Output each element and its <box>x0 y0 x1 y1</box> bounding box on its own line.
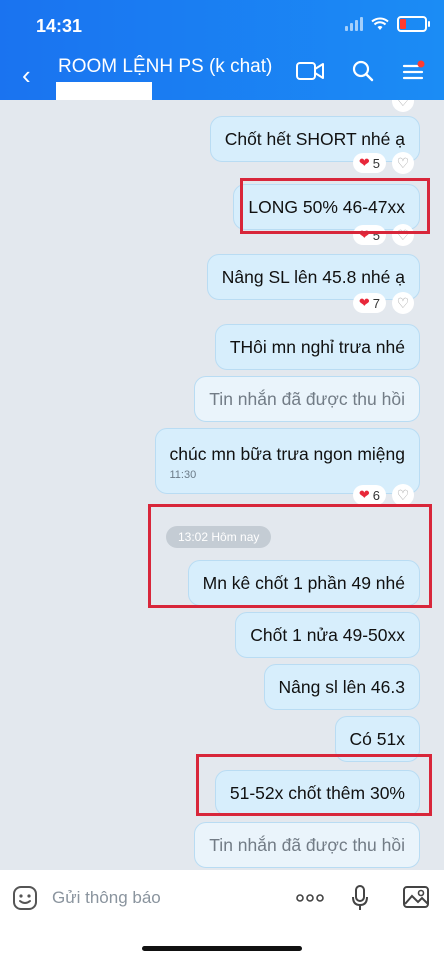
message-text: Chốt hết SHORT nhé ạ <box>224 128 405 149</box>
chat-messages[interactable]: ♡ Chốt hết SHORT nhé ạ ❤ 5 ♡ LONG 50% 46-… <box>0 100 444 870</box>
reaction-bar: ❤ 5 ♡ <box>352 152 414 174</box>
reaction-count[interactable]: ❤ 7 <box>352 293 386 313</box>
message-text: chúc mn bữa trưa ngon miệng <box>169 443 406 464</box>
highlight-box <box>240 178 430 234</box>
red-heart-icon: ❤ <box>358 295 370 310</box>
message-text: Nâng sl lên 46.3 <box>278 676 405 697</box>
reaction-bar: ❤ 6 ♡ <box>352 484 414 506</box>
search-icon[interactable] <box>352 60 374 82</box>
message-row: Tin nhắn đã được thu hồi <box>194 822 420 868</box>
message-text: Có 51x <box>349 728 405 749</box>
status-time: 14:31 <box>36 16 83 36</box>
message-bubble[interactable]: Nâng sl lên 46.3 <box>263 664 420 710</box>
message-text: Chốt 1 nửa 49-50xx <box>250 624 405 645</box>
highlight-box <box>196 754 432 816</box>
menu-icon[interactable] <box>402 60 426 82</box>
chat-title: ROOM LỆNH PS (k chat) <box>58 56 273 77</box>
red-heart-icon: ❤ <box>358 487 370 502</box>
message-bubble[interactable]: Chốt 1 nửa 49-50xx <box>235 612 420 658</box>
message-text: Tin nhắn đã được thu hồi <box>209 834 405 855</box>
reaction-count[interactable]: ❤ 5 <box>352 153 386 173</box>
message-text: Tin nhắn đã được thu hồi <box>209 388 405 409</box>
heart-icon[interactable]: ♡ <box>392 484 414 506</box>
video-call-icon[interactable] <box>296 61 324 81</box>
heart-icon[interactable]: ♡ <box>392 292 414 314</box>
more-icon[interactable] <box>296 894 324 902</box>
status-icons <box>345 16 430 32</box>
red-heart-icon: ❤ <box>358 155 370 170</box>
message-text: Nâng SL lên 45.8 nhé ạ <box>221 266 405 287</box>
recalled-message-bubble[interactable]: Tin nhắn đã được thu hồi <box>194 822 420 868</box>
reaction-count[interactable]: ❤ 6 <box>352 485 386 505</box>
message-text: THôi mn nghỉ trưa nhé <box>229 336 405 357</box>
sticker-icon[interactable] <box>12 885 38 911</box>
heart-icon[interactable]: ♡ <box>392 152 414 174</box>
header-actions <box>296 60 426 82</box>
highlight-box <box>148 504 432 608</box>
cellular-signal-icon <box>345 17 363 31</box>
redacted-subtitle <box>56 82 152 100</box>
home-indicator <box>142 946 302 951</box>
message-row: THôi mn nghỉ trưa nhé <box>214 324 420 370</box>
image-icon[interactable] <box>402 885 430 909</box>
back-button[interactable]: ‹ <box>22 62 31 88</box>
message-row: Nâng sl lên 46.3 <box>263 664 420 710</box>
wifi-icon <box>371 17 389 30</box>
heart-icon[interactable]: ♡ <box>392 100 414 112</box>
message-row: Tin nhắn đã được thu hồi <box>194 376 420 422</box>
microphone-icon[interactable] <box>350 884 370 912</box>
reaction-bar: ❤ 7 ♡ <box>352 292 414 314</box>
message-input[interactable]: Gửi thông báo <box>52 888 161 908</box>
message-row: Chốt 1 nửa 49-50xx <box>235 612 420 658</box>
message-time: 11:30 <box>169 468 197 481</box>
message-bubble[interactable]: THôi mn nghỉ trưa nhé <box>214 324 420 370</box>
battery-icon <box>397 16 430 32</box>
recalled-message-bubble[interactable]: Tin nhắn đã được thu hồi <box>194 376 420 422</box>
chat-header: 14:31 ‹ ROOM LỆNH PS (k chat) <box>0 0 444 100</box>
